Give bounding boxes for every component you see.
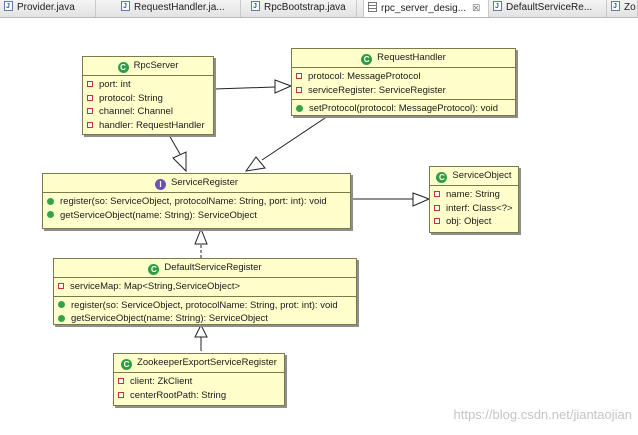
class-defaultserviceregister[interactable]: C DefaultServiceRegister serviceMap: Map<… [53,258,357,325]
fields-section: port: int protocol: String channel: Chan… [83,76,213,134]
class-header: C RpcServer [83,57,213,76]
field-row[interactable]: name: String [430,188,518,202]
class-header: C RequestHandler [292,49,515,68]
private-field-icon [434,204,440,211]
field-row[interactable]: client: ZkClient [114,375,284,389]
method-label: register(so: ServiceObject, protocolName… [60,196,327,207]
method-row[interactable]: setProtocol(protocol: MessageProtocol): … [292,102,515,116]
private-field-icon [118,378,124,385]
field-label: obj: Object [446,216,492,227]
class-rpcserver[interactable]: C RpcServer port: int protocol: String ch… [82,56,214,135]
field-row[interactable]: serviceRegister: ServiceRegister [292,84,515,98]
private-field-icon [434,218,440,225]
class-name: ServiceRegister [170,177,239,188]
edge-rpcserver-requesthandler [213,86,276,90]
class-icon: C [361,54,373,65]
fields-section: client: ZkClient centerRootPath: String [114,373,284,404]
interface-icon: I [154,179,166,190]
interface-serviceregister[interactable]: I ServiceRegister register(so: ServiceObj… [42,173,351,229]
field-label: port: int [99,79,131,90]
class-name: ServiceObject [452,170,512,181]
class-serviceobject[interactable]: C ServiceObject name: String interf: Clas… [429,166,519,233]
method-row[interactable]: register(so: ServiceObject, protocolName… [43,195,350,209]
class-requesthandler[interactable]: C RequestHandler protocol: MessageProtoco… [291,48,516,116]
field-label: name: String [446,189,500,200]
method-row[interactable]: getServiceObject(name: String): ServiceO… [54,312,356,326]
field-row[interactable]: handler: RequestHandler [83,119,213,133]
field-label: interf: Class<?> [446,202,513,214]
arrowhead-open-triangle [412,192,431,207]
private-field-icon [434,191,440,198]
class-name: RpcServer [133,60,179,71]
class-icon: C [436,172,448,183]
class-header: I ServiceRegister [43,174,350,193]
method-label: setProtocol(protocol: MessageProtocol): … [309,103,499,114]
field-label: protocol: String [99,92,163,104]
class-icon: C [148,264,160,275]
methods-section: register(so: ServiceObject, protocolName… [54,297,356,328]
field-row[interactable]: port: int [83,78,213,92]
class-name: ZookeeperExportServiceRegister [137,357,277,368]
public-method-icon [296,104,303,112]
edge-rpcserver-serviceregister [168,134,181,155]
method-row[interactable]: register(so: ServiceObject, protocolName… [54,299,356,313]
class-header: C ZookeeperExportServiceRegister [114,354,284,373]
watermark-url: https://blog.csdn.net/jiantaojian [453,407,632,422]
arrowhead-hollow-triangle [194,227,208,245]
private-field-icon [296,73,302,80]
fields-section: name: String interf: Class<?> obj: Objec… [430,186,518,231]
field-label: serviceMap: Map<String,ServiceObject> [70,281,241,292]
class-header: C ServiceObject [430,167,518,186]
private-field-icon [87,121,93,128]
methods-section: register(so: ServiceObject, protocolName… [43,193,350,224]
arrowhead-open-triangle [244,156,266,172]
field-row[interactable]: serviceMap: Map<String,ServiceObject> [54,280,356,294]
method-row[interactable]: getServiceObject(name: String): ServiceO… [43,209,350,223]
field-row[interactable]: obj: Object [430,215,518,229]
field-label: protocol: MessageProtocol [308,71,421,82]
field-row[interactable]: centerRootPath: String [114,389,284,403]
method-label: register(so: ServiceObject, protocolName… [71,299,338,311]
class-zookeeperexportserviceregister[interactable]: C ZookeeperExportServiceRegister client: … [113,353,285,406]
field-row[interactable]: interf: Class<?> [430,202,518,216]
private-field-icon [58,283,64,290]
public-method-icon [58,314,65,322]
fields-section: protocol: MessageProtocol serviceRegiste… [292,68,515,100]
private-field-icon [87,108,93,115]
field-label: serviceRegister: ServiceRegister [308,84,446,96]
private-field-icon [296,86,302,93]
class-name: DefaultServiceRegister [164,262,262,273]
field-label: client: ZkClient [130,376,193,387]
edge-requesthandler-serviceregister [261,115,329,161]
class-icon: C [117,62,129,73]
public-method-icon [58,301,65,309]
private-field-icon [87,81,93,88]
private-field-icon [118,391,124,398]
field-label: channel: Channel [99,106,173,117]
private-field-icon [87,94,93,101]
arrowhead-open-triangle [172,151,187,173]
method-label: getServiceObject(name: String): ServiceO… [60,209,257,221]
field-row[interactable]: protocol: String [83,92,213,106]
class-name: RequestHandler [377,52,446,63]
class-header: C DefaultServiceRegister [54,259,356,278]
arrowhead-open-triangle [274,79,293,94]
field-row[interactable]: channel: Channel [83,105,213,119]
class-icon: C [121,359,133,370]
field-label: handler: RequestHandler [99,119,205,131]
public-method-icon [47,211,54,219]
fields-section: serviceMap: Map<String,ServiceObject> [54,278,356,297]
field-label: centerRootPath: String [130,389,227,401]
methods-section: setProtocol(protocol: MessageProtocol): … [292,100,515,118]
method-label: getServiceObject(name: String): ServiceO… [71,313,268,324]
public-method-icon [47,197,54,205]
field-row[interactable]: protocol: MessageProtocol [292,70,515,84]
